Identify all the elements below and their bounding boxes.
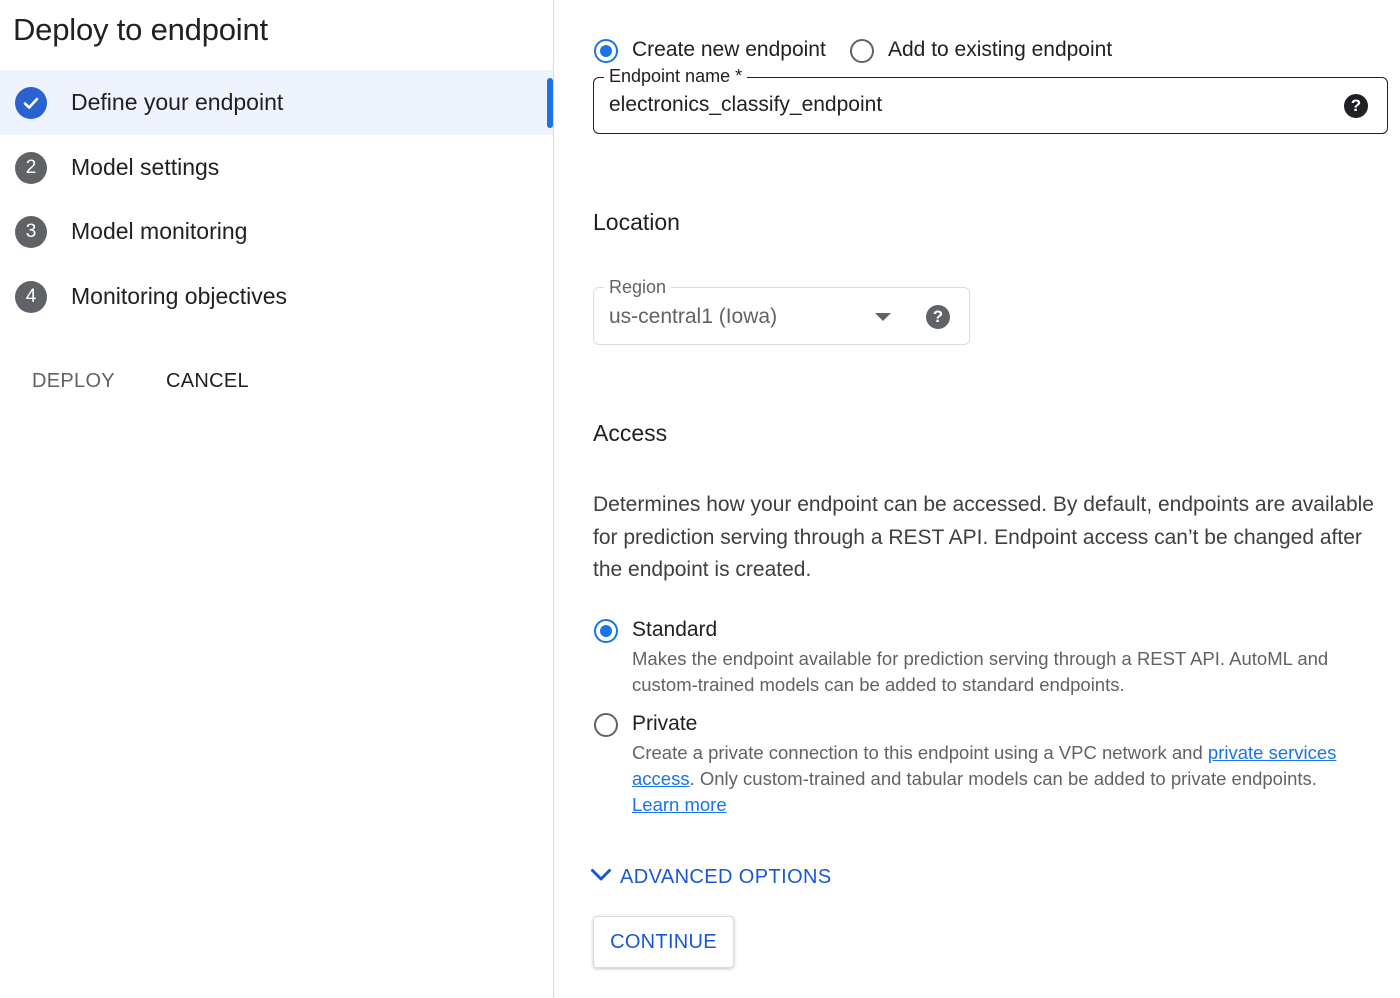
- page-title: Deploy to endpoint: [13, 12, 268, 47]
- region-value[interactable]: us-central1 (Iowa): [609, 305, 777, 329]
- create-new-endpoint-radio[interactable]: [594, 39, 618, 63]
- learn-more-link[interactable]: Learn more: [632, 794, 727, 815]
- step-model-settings[interactable]: 2 Model settings: [0, 135, 553, 200]
- continue-button[interactable]: CONTINUE: [593, 916, 734, 968]
- add-existing-endpoint-radio[interactable]: [850, 39, 874, 63]
- private-access-radio[interactable]: [594, 713, 618, 737]
- dropdown-arrow-icon[interactable]: [875, 313, 891, 321]
- step-label: Model settings: [71, 154, 220, 180]
- step-define-endpoint[interactable]: Define your endpoint: [0, 70, 553, 135]
- private-access-label[interactable]: Private: [632, 712, 697, 736]
- step-label: Monitoring objectives: [71, 283, 288, 309]
- stepper-panel: Deploy to endpoint Define your endpoint …: [0, 0, 553, 998]
- step-number-badge: 4: [15, 280, 47, 313]
- standard-access-radio[interactable]: [594, 619, 618, 643]
- advanced-options-toggle[interactable]: ADVANCED OPTIONS: [590, 862, 832, 892]
- region-label: Region: [604, 277, 672, 298]
- cancel-button[interactable]: CANCEL: [166, 364, 249, 398]
- endpoint-name-input[interactable]: electronics_classify_endpoint: [609, 93, 882, 117]
- private-description-text: Create a private connection to this endp…: [632, 742, 1208, 763]
- access-heading: Access: [593, 420, 668, 446]
- endpoint-name-label: Endpoint name *: [604, 66, 748, 87]
- create-new-endpoint-label[interactable]: Create new endpoint: [632, 38, 826, 62]
- check-circle-icon: [15, 86, 47, 119]
- advanced-options-label: ADVANCED OPTIONS: [620, 865, 832, 888]
- standard-access-label[interactable]: Standard: [632, 618, 717, 642]
- private-access-description: Create a private connection to this endp…: [632, 740, 1392, 818]
- step-number-badge: 3: [15, 215, 47, 248]
- step-number-badge: 2: [15, 151, 47, 184]
- add-existing-endpoint-label[interactable]: Add to existing endpoint: [888, 38, 1112, 62]
- standard-access-description: Makes the endpoint available for predict…: [632, 648, 1329, 695]
- access-description: Determines how your endpoint can be acce…: [593, 493, 1374, 581]
- private-description-text: . Only custom-trained and tabular models…: [689, 768, 1317, 789]
- panel-divider: [553, 0, 554, 998]
- question-circle-icon[interactable]: ?: [926, 305, 950, 329]
- chevron-down-icon: [590, 868, 612, 887]
- step-label: Model monitoring: [71, 218, 248, 244]
- step-monitoring-objectives[interactable]: 4 Monitoring objectives: [0, 264, 553, 329]
- step-label: Define your endpoint: [71, 89, 284, 115]
- question-circle-icon[interactable]: ?: [1344, 94, 1368, 118]
- location-heading: Location: [593, 209, 680, 235]
- deploy-button[interactable]: DEPLOY: [32, 364, 115, 398]
- step-model-monitoring[interactable]: 3 Model monitoring: [0, 199, 553, 264]
